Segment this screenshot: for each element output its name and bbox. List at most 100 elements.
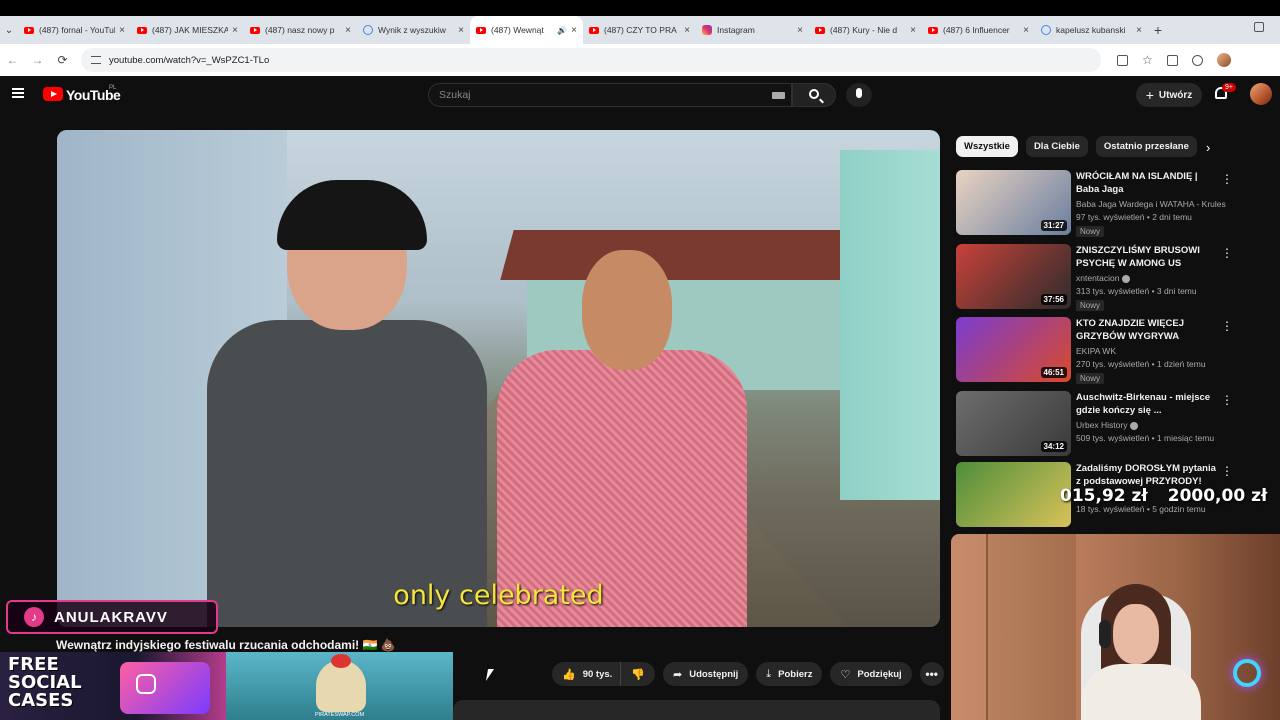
streamer-webcam bbox=[951, 534, 1280, 720]
user-avatar[interactable] bbox=[1250, 83, 1272, 105]
recommended-video[interactable]: 37:56 ZNISZCZYLIŚMY BRUSOWI PSYCHĘ W AMON… bbox=[956, 244, 1236, 311]
video-title[interactable]: ZNISZCZYLIŚMY BRUSOWI PSYCHĘ W AMONG US bbox=[1076, 244, 1218, 270]
window-control-icon[interactable] bbox=[1254, 22, 1264, 32]
site-info-icon[interactable] bbox=[91, 56, 101, 64]
bookmark-star-icon[interactable]: ☆ bbox=[1142, 54, 1153, 66]
voice-search-button[interactable] bbox=[846, 83, 872, 107]
share-label: Udostępnij bbox=[689, 668, 739, 680]
browser-tab[interactable]: (487) 6 Influencer × bbox=[922, 16, 1035, 44]
more-options-icon[interactable]: ⋮ bbox=[1221, 464, 1233, 478]
close-tab-icon[interactable]: × bbox=[119, 25, 125, 36]
chip-all[interactable]: Wszystkie bbox=[956, 136, 1018, 157]
like-button[interactable]: 👍 90 tys. bbox=[552, 662, 622, 686]
keyboard-icon[interactable] bbox=[772, 92, 785, 99]
chip-for-you[interactable]: Dla Ciebie bbox=[1025, 136, 1088, 157]
video-thumbnail[interactable]: 31:27 bbox=[956, 170, 1071, 235]
back-button[interactable]: ← bbox=[0, 53, 25, 67]
close-tab-icon[interactable]: × bbox=[345, 25, 351, 36]
chip-recently-uploaded[interactable]: Ostatnio przesłane bbox=[1095, 136, 1197, 157]
close-tab-icon[interactable]: × bbox=[232, 25, 238, 36]
close-tab-icon[interactable]: × bbox=[797, 25, 803, 36]
reload-button[interactable]: ⟳ bbox=[50, 53, 75, 67]
video-thumbnail[interactable]: 37:56 bbox=[956, 244, 1071, 309]
filter-chips: Wszystkie Dla Ciebie Ostatnio przesłane bbox=[956, 136, 1197, 157]
more-actions-button[interactable]: ••• bbox=[919, 662, 944, 686]
browser-tab[interactable]: (487) Wewnąt 🔊 × bbox=[470, 16, 583, 44]
download-button[interactable]: ⤓ Pobierz bbox=[756, 662, 823, 686]
like-count: 90 tys. bbox=[582, 668, 613, 680]
more-options-icon[interactable]: ⋮ bbox=[1221, 393, 1233, 407]
download-label: Pobierz bbox=[778, 668, 813, 680]
video-title: Wewnątrz indyjskiego festiwalu rzucania … bbox=[56, 638, 396, 652]
speaker-icon[interactable]: 🔊 bbox=[557, 26, 567, 35]
more-options-icon[interactable]: ⋮ bbox=[1221, 319, 1233, 333]
promo-url: PIRATESWAP.COM bbox=[314, 712, 365, 718]
video-thumbnail[interactable]: 46:51 bbox=[956, 317, 1071, 382]
video-scene-building bbox=[840, 150, 940, 500]
youtube-logo-icon[interactable] bbox=[43, 87, 63, 101]
browser-tab[interactable]: kapelusz kubanski × bbox=[1035, 16, 1148, 44]
video-thumbnail[interactable] bbox=[956, 462, 1071, 527]
browser-tab[interactable]: (487) nasz nowy p × bbox=[244, 16, 357, 44]
close-tab-icon[interactable]: × bbox=[684, 25, 690, 36]
hamburger-menu-icon[interactable] bbox=[12, 88, 24, 98]
video-title[interactable]: Auschwitz-Birkenau - miejsce gdzie kończ… bbox=[1076, 391, 1218, 417]
close-tab-icon[interactable]: × bbox=[910, 25, 916, 36]
search-icon bbox=[809, 89, 819, 99]
video-title[interactable]: KTO ZNAJDZIE WIĘCEJ GRZYBÓW WYGRYWA *AFE… bbox=[1076, 317, 1218, 344]
share-button[interactable]: ➦ Udostępnij bbox=[662, 662, 749, 686]
search-button[interactable] bbox=[792, 83, 836, 107]
video-thumbnail[interactable]: 34:12 bbox=[956, 391, 1071, 456]
browser-tab[interactable]: Instagram × bbox=[696, 16, 809, 44]
heart-dollar-icon: ♡ bbox=[840, 668, 851, 681]
notification-badge: 9+ bbox=[1222, 83, 1236, 92]
channel-name[interactable]: xntentacion bbox=[1076, 273, 1119, 283]
download-icon: ⤓ bbox=[766, 667, 772, 680]
browser-tab[interactable]: (487) Kury - Nie d × bbox=[809, 16, 922, 44]
chevron-right-icon[interactable]: › bbox=[1206, 140, 1210, 155]
forward-button[interactable]: → bbox=[25, 53, 50, 67]
browser-tab[interactable]: (487) fornal - YouTube × bbox=[18, 16, 131, 44]
money-overlay: 015,92 zł 2000,00 zł bbox=[1060, 486, 1267, 506]
video-title[interactable]: Zadaliśmy DOROSŁYM pytania z podstawowej… bbox=[1076, 462, 1218, 488]
browser-tab[interactable]: Wynik z wyszukiw × bbox=[357, 16, 470, 44]
channel-name[interactable]: Baba Jaga Wardega i WATAHA - Krulest... bbox=[1076, 199, 1226, 209]
tab-search-chevron-icon[interactable]: ⌄ bbox=[0, 25, 18, 36]
url-field[interactable]: youtube.com/watch?v=_WsPZC1-TLo bbox=[81, 48, 1101, 72]
video-meta: 97 tys. wyświetleń • 2 dni temu bbox=[1076, 212, 1192, 222]
recommended-video[interactable]: 34:12 Auschwitz-Birkenau - miejsce gdzie … bbox=[956, 391, 1236, 457]
extensions-icon[interactable] bbox=[1166, 54, 1178, 66]
video-actions: 👍 90 tys. 👎 ➦ Udostępnij ⤓ Pobierz ♡ Podzięk… bbox=[552, 662, 944, 686]
thanks-button[interactable]: ♡ Podziękuj bbox=[830, 662, 912, 686]
new-tab-button[interactable]: + bbox=[1148, 22, 1168, 38]
close-tab-icon[interactable]: × bbox=[571, 25, 577, 36]
close-tab-icon[interactable]: × bbox=[1023, 25, 1029, 36]
close-tab-icon[interactable]: × bbox=[1136, 25, 1142, 36]
video-player[interactable]: only celebrated bbox=[57, 130, 940, 627]
browser-tab-strip: ⌄ (487) fornal - YouTube × (487) JAK MIESZ… bbox=[0, 16, 1280, 44]
close-tab-icon[interactable]: × bbox=[458, 25, 464, 36]
tab-title: (487) JAK MIESZKA bbox=[152, 25, 229, 35]
search-input[interactable]: Szukaj bbox=[428, 83, 792, 107]
video-title[interactable]: WRÓCIŁAM NA ISLANDIĘ | Baba Jaga bbox=[1076, 170, 1218, 196]
more-options-icon[interactable]: ⋮ bbox=[1221, 172, 1233, 186]
description-panel[interactable] bbox=[453, 700, 940, 720]
recommended-video[interactable]: 46:51 KTO ZNAJDZIE WIĘCEJ GRZYBÓW WYGRYWA… bbox=[956, 317, 1236, 384]
browser-tab[interactable]: (487) JAK MIESZKA × bbox=[131, 16, 244, 44]
install-app-icon[interactable] bbox=[1117, 54, 1128, 66]
media-control-icon[interactable] bbox=[1191, 54, 1203, 66]
recommended-video[interactable]: 31:27 WRÓCIŁAM NA ISLANDIĘ | Baba Jaga Bab… bbox=[956, 170, 1236, 237]
browser-profile-avatar[interactable] bbox=[1216, 53, 1231, 67]
new-badge: Nowy bbox=[1076, 226, 1105, 237]
money-left: 015,92 zł bbox=[1060, 486, 1148, 506]
more-options-icon[interactable]: ⋮ bbox=[1221, 246, 1233, 260]
browser-tab[interactable]: (487) CZY TO PRA × bbox=[583, 16, 696, 44]
channel-name[interactable]: Urbex History bbox=[1076, 420, 1127, 430]
webcam-wardrobe bbox=[986, 534, 1076, 720]
tab-title: (487) 6 Influencer bbox=[943, 25, 1010, 35]
create-button[interactable]: + Utwórz bbox=[1136, 83, 1202, 107]
dislike-button[interactable]: 👎 bbox=[621, 662, 655, 686]
share-arrow-icon: ➦ bbox=[672, 668, 683, 681]
channel-name[interactable]: EKIPA WK bbox=[1076, 346, 1116, 356]
headset-icon bbox=[1099, 620, 1111, 648]
